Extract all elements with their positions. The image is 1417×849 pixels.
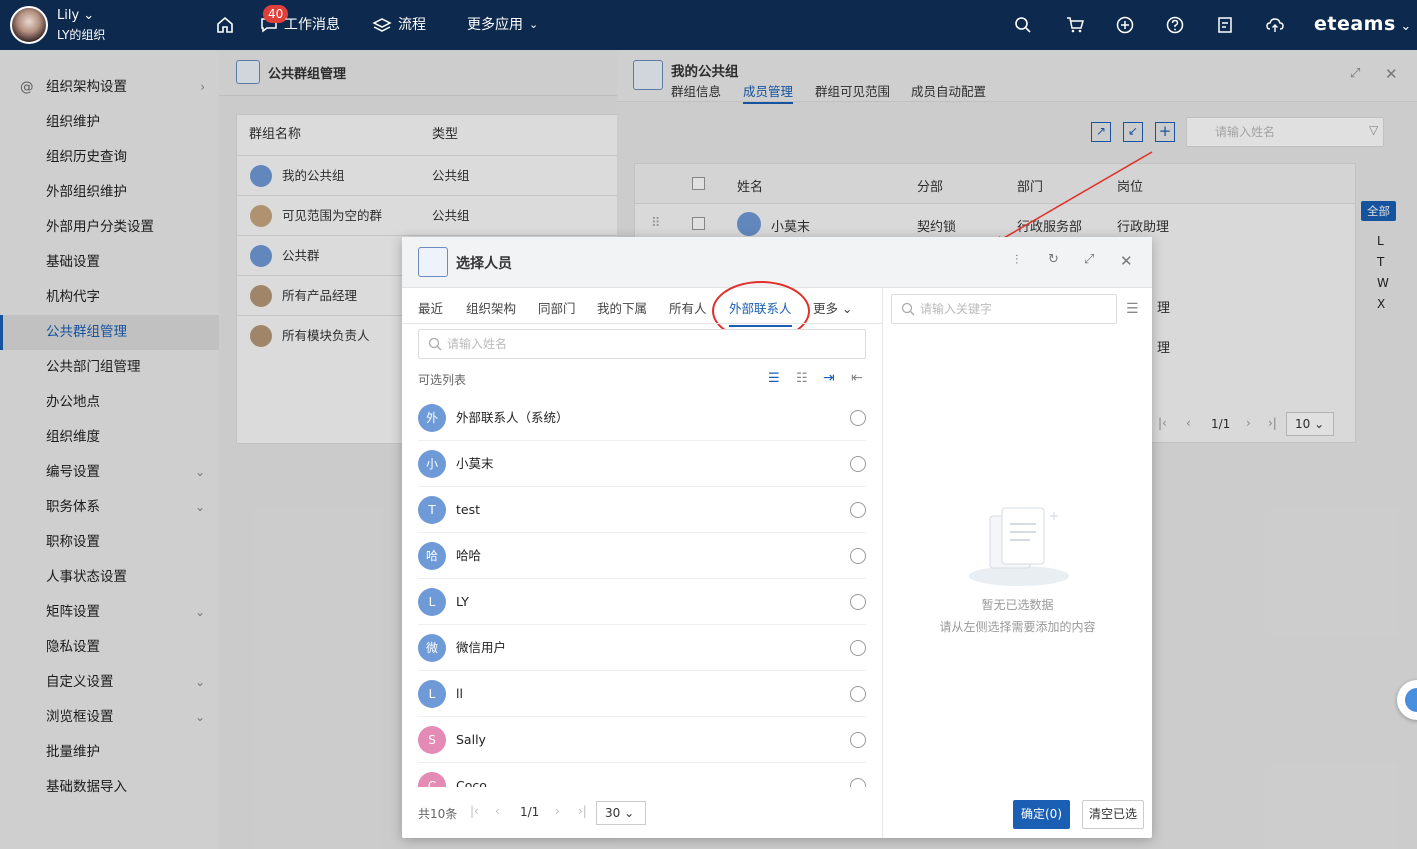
keyword-search-input[interactable]: 请输入关键字 [891,294,1117,324]
candidate-name: Sally [456,732,486,747]
tab-subordinates[interactable]: 我的下属 [597,298,647,317]
last-page-icon[interactable]: ›| [578,804,587,818]
org-name: LY的组织 [57,28,106,42]
candidate-item[interactable]: 微微信用户 [418,625,866,671]
candidate-name: 外部联系人（系统） [456,410,569,425]
candidate-name: 小莫末 [456,456,494,471]
dialog-logo-icon [418,247,448,277]
select-radio[interactable] [850,548,866,564]
dialog-title: 选择人员 [456,256,512,272]
list-view-icon[interactable]: ☷ [796,371,808,386]
total-count: 共10条 [418,807,458,821]
tab-recent[interactable]: 最近 [418,298,443,317]
clear-selected-button[interactable]: 清空已选 [1082,800,1144,829]
candidate-avatar: C [418,772,446,787]
candidate-item[interactable]: 外外部联系人（系统） [418,395,866,441]
settings-sliders-icon[interactable]: ⫶ [1015,253,1018,268]
home-icon[interactable] [215,15,235,35]
help-icon[interactable] [1165,15,1185,35]
select-radio[interactable] [850,732,866,748]
confirm-button[interactable]: 确定(0) [1013,800,1070,829]
empty-state-icon [969,507,1069,586]
candidate-item[interactable]: C Coco [418,763,866,787]
candidate-name: 微信用户 [456,640,507,655]
add-circle-icon[interactable] [1115,15,1135,35]
cloud-upload-icon[interactable] [1265,15,1285,35]
search-icon [428,337,442,351]
top-bar: Lily ⌄ LY的组织 40 工作消息 流程 更多应用 ⌄ eteams ⌄ [0,0,1417,50]
candidate-item[interactable]: L LY [418,579,866,625]
candidate-item[interactable]: S Sally [418,717,866,763]
tab-same-dept[interactable]: 同部门 [538,298,576,317]
select-all-list-icon[interactable]: ☰ [768,371,780,386]
select-radio[interactable] [850,456,866,472]
next-page-icon[interactable]: › [555,804,560,818]
nav-messages[interactable]: 工作消息 [284,0,340,50]
candidate-avatar: 微 [418,634,446,662]
refresh-icon[interactable]: ↻ [1048,252,1059,267]
candidate-avatar: 哈 [418,542,446,570]
select-radio[interactable] [850,686,866,702]
empty-hint: 请从左侧选择需要添加的内容 [939,620,1096,634]
cart-icon[interactable] [1065,15,1085,35]
candidate-name: ll [456,686,463,701]
tab-org-structure[interactable]: 组织架构 [466,298,516,317]
move-left-icon[interactable]: ⇤ [851,370,863,386]
candidate-name: test [456,502,481,517]
brand-logo[interactable]: eteams ⌄ [1314,13,1412,35]
candidate-list: 外外部联系人（系统）小小莫末 Ttest 哈哈哈 L LY 微微信用户 Lll S Sally C… [402,395,882,787]
layers-icon [372,18,392,32]
search-icon [901,302,915,316]
nav-workflow[interactable]: 流程 [398,0,426,50]
document-icon[interactable] [1215,15,1235,35]
candidate-avatar: 外 [418,404,446,432]
candidate-name: Coco [456,778,487,787]
candidate-avatar: 小 [418,450,446,478]
candidate-name: 哈哈 [456,548,482,563]
tab-more[interactable]: 更多 ⌄ [813,298,852,317]
page-size-select[interactable]: 30 ⌄ [596,801,646,825]
candidate-item[interactable]: Lll [418,671,866,717]
page-indicator: 1/1 [520,805,540,819]
select-radio[interactable] [850,502,866,518]
move-right-icon[interactable]: ⇥ [823,370,835,386]
user-name[interactable]: Lily ⌄ [57,8,94,23]
search-icon[interactable] [1013,15,1033,35]
expand-icon[interactable]: ⤢ [1084,252,1094,267]
candidate-avatar: S [418,726,446,754]
close-icon[interactable]: ✕ [1120,252,1133,270]
select-radio[interactable] [850,640,866,656]
first-page-icon[interactable]: |‹ [470,804,479,818]
candidate-avatar: L [418,588,446,616]
empty-title: 暂无已选数据 [981,598,1054,612]
candidate-avatar: T [418,496,446,524]
prev-page-icon[interactable]: ‹ [495,804,500,818]
select-radio[interactable] [850,410,866,426]
candidate-item[interactable]: 哈哈哈 [418,533,866,579]
select-radio[interactable] [850,594,866,610]
list-label: 可选列表 [418,373,467,387]
name-search-input[interactable]: 请输入姓名 [418,329,866,359]
candidate-avatar: L [418,680,446,708]
select-radio[interactable] [850,778,866,787]
candidate-item[interactable]: 小小莫末 [418,441,866,487]
tab-everyone[interactable]: 所有人 [669,298,707,317]
candidate-name: LY [456,594,469,609]
dialog-header: 选择人员 ⫶ ↻ ⤢ ✕ [402,237,1152,288]
column-divider [882,288,883,838]
candidate-item[interactable]: Ttest [418,487,866,533]
nav-more-apps[interactable]: 更多应用 ⌄ [467,0,538,50]
select-person-dialog: 选择人员 ⫶ ↻ ⤢ ✕ 最近 组织架构 同部门 我的下属 所有人 外部联系人 … [402,237,1152,838]
selected-settings-icon[interactable]: ☰ [1126,301,1139,317]
user-avatar[interactable] [10,6,48,44]
